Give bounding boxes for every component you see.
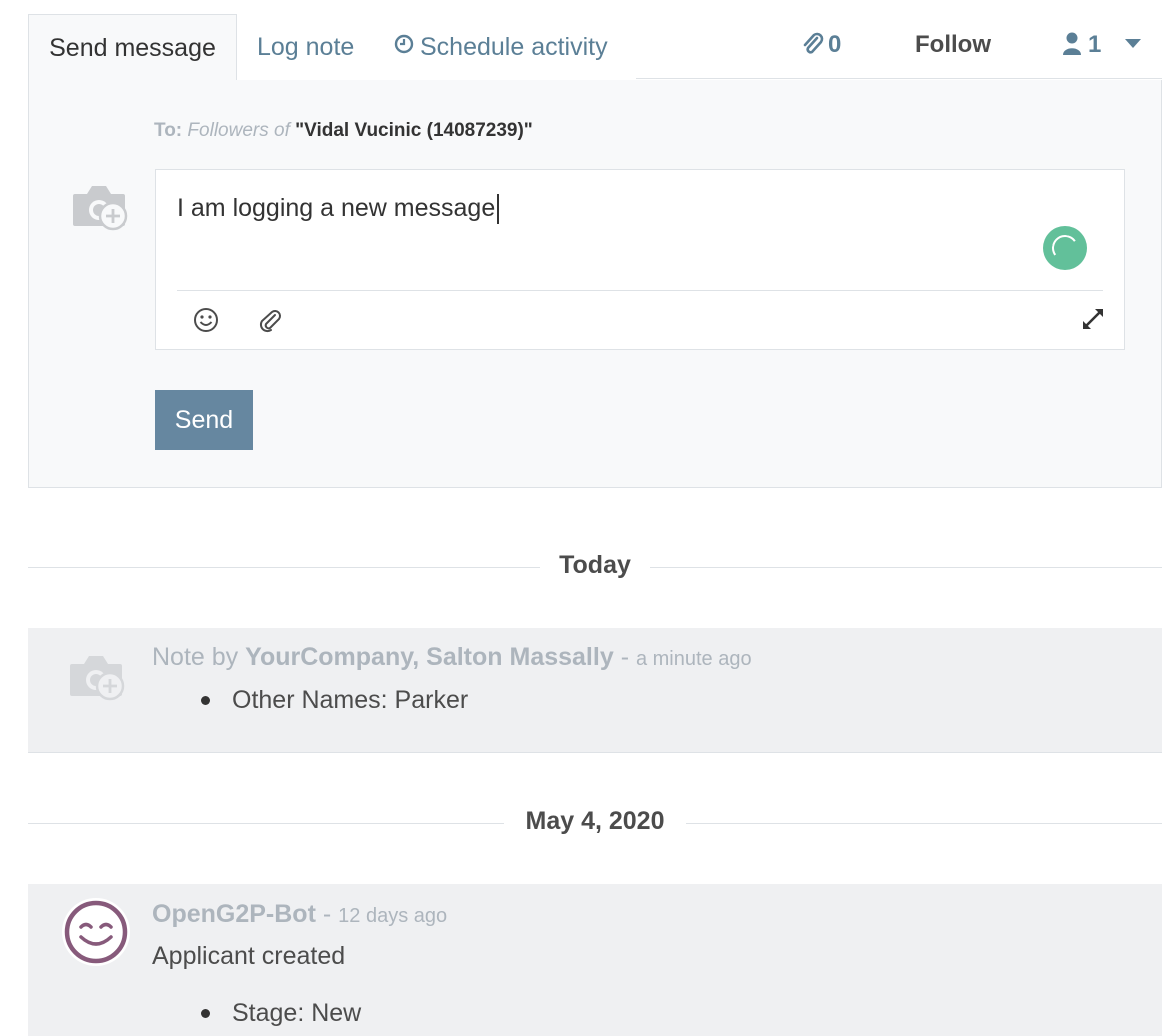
followers-button[interactable]: 1 bbox=[1062, 14, 1101, 76]
chevron-down-icon[interactable] bbox=[1125, 39, 1141, 48]
note-timestamp: a minute ago bbox=[635, 648, 752, 670]
note-dash: - bbox=[620, 643, 630, 671]
tab-schedule-activity[interactable]: Schedule activity bbox=[394, 14, 608, 80]
recipient-name: "Vidal Vucinic (14087239)" bbox=[295, 120, 533, 141]
camera-avatar-icon bbox=[68, 650, 126, 707]
followers-count: 1 bbox=[1088, 31, 1102, 58]
note-author[interactable]: YourCompany, Salton Massally bbox=[245, 643, 614, 671]
bot-message: OpenG2P-Bot - 12 days ago Applicant crea… bbox=[28, 884, 1162, 1036]
tab-send-message[interactable]: Send message bbox=[28, 14, 237, 82]
bullet-dot bbox=[201, 696, 210, 705]
followers-of-label: Followers of bbox=[187, 120, 290, 141]
to-label: To: bbox=[154, 120, 183, 141]
date-label-may-4-2020: May 4, 2020 bbox=[525, 807, 665, 835]
date-label-today: Today bbox=[559, 551, 631, 579]
bot-tracking-item: Stage: New bbox=[232, 999, 362, 1027]
message-editor[interactable]: I am logging a new message bbox=[155, 169, 1125, 350]
bot-avatar[interactable] bbox=[61, 897, 131, 972]
editor-divider bbox=[177, 290, 1103, 291]
bot-header: OpenG2P-Bot - 12 days ago bbox=[152, 900, 447, 929]
recipients-line: To: Followers of "Vidal Vucinic (1408723… bbox=[154, 120, 533, 142]
note-header: Note by YourCompany, Salton Massally - a… bbox=[152, 643, 752, 672]
bullet-dot bbox=[201, 1009, 210, 1018]
tab-divider bbox=[636, 78, 1162, 79]
clock-icon bbox=[394, 13, 414, 79]
expand-icon[interactable] bbox=[1081, 307, 1105, 336]
note-tracking-item: Other Names: Parker bbox=[232, 686, 469, 714]
tab-log-note[interactable]: Log note bbox=[257, 14, 354, 80]
date-separator-may-4-2020: May 4, 2020 bbox=[28, 803, 1162, 843]
attach-file-icon[interactable] bbox=[257, 307, 283, 338]
note-message: Note by YourCompany, Salton Massally - a… bbox=[28, 628, 1162, 752]
chatter-topbar: Send message Log note Schedule activity … bbox=[28, 14, 1162, 82]
attachments-button[interactable]: 0 bbox=[800, 14, 841, 76]
emoji-icon[interactable] bbox=[193, 307, 219, 338]
send-button[interactable]: Send bbox=[155, 390, 253, 450]
message-input[interactable]: I am logging a new message bbox=[177, 194, 500, 225]
bot-body: Applicant created bbox=[152, 942, 346, 970]
note-prefix: Note by bbox=[152, 643, 239, 671]
smiley-avatar-icon bbox=[62, 898, 130, 966]
message-divider bbox=[28, 752, 1162, 753]
follow-button[interactable]: Follow bbox=[915, 14, 991, 76]
message-composer: To: Followers of "Vidal Vucinic (1408723… bbox=[28, 80, 1162, 488]
bot-dash: - bbox=[322, 900, 332, 928]
bot-author[interactable]: OpenG2P-Bot bbox=[152, 900, 316, 928]
user-icon bbox=[1063, 32, 1081, 55]
camera-avatar-icon bbox=[71, 180, 129, 237]
attachments-count: 0 bbox=[828, 31, 842, 58]
loading-spinner-icon bbox=[1043, 226, 1087, 270]
schedule-activity-label: Schedule activity bbox=[420, 33, 608, 61]
date-separator-today: Today bbox=[28, 547, 1162, 587]
paperclip-icon bbox=[803, 32, 824, 54]
bot-timestamp: 12 days ago bbox=[338, 905, 448, 927]
